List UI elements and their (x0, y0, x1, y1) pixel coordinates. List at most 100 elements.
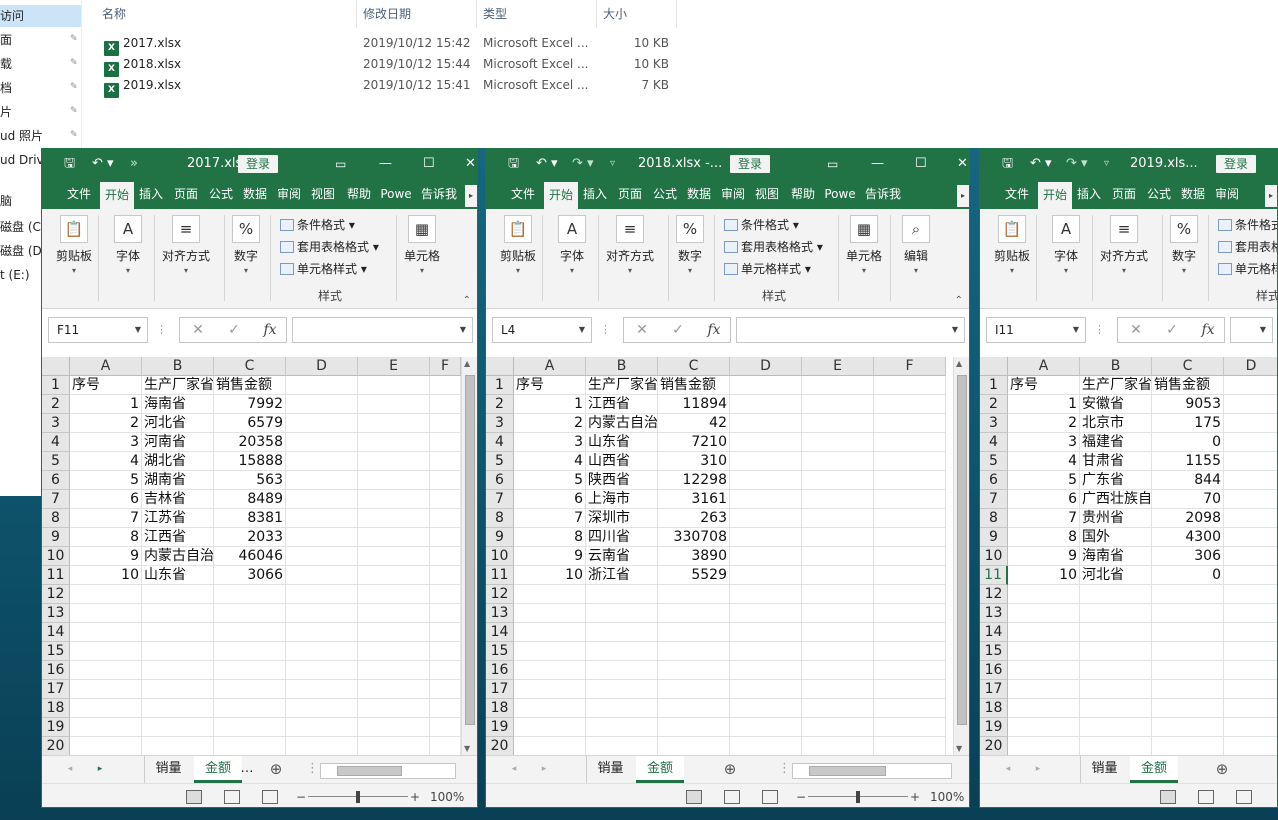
cell[interactable] (802, 433, 874, 452)
conditional-format-button[interactable]: 条件格式 ▾ (280, 215, 355, 235)
cell[interactable] (802, 566, 874, 585)
amount-cell[interactable]: 306 (1152, 547, 1224, 566)
province-cell[interactable]: 云南省 (586, 547, 658, 566)
font-button[interactable]: A 字体 ▾ (1042, 215, 1090, 275)
column-header[interactable]: B (586, 357, 658, 376)
cell[interactable] (1224, 509, 1277, 528)
row-header[interactable]: 11 (980, 566, 1008, 585)
vertical-scrollbar[interactable]: ▲ ▼ (953, 357, 969, 755)
row-header[interactable]: 10 (980, 547, 1008, 566)
province-cell[interactable]: 江西省 (142, 528, 214, 547)
row-header[interactable]: 20 (980, 737, 1008, 755)
amount-cell[interactable]: 1155 (1152, 452, 1224, 471)
row-header[interactable]: 18 (486, 699, 514, 718)
cell[interactable] (358, 509, 430, 528)
amount-cell[interactable]: 2033 (214, 528, 286, 547)
excel-window[interactable]: 🖫 ↶ ▾» 2017.xlsx... 登录 ▭ — ☐ ✕ 文件 开始 插入 页面 公式 数据 审阅 视图帮… (41, 148, 478, 808)
add-sheet-icon[interactable]: ⊕ (720, 756, 740, 783)
amount-cell[interactable]: 15888 (214, 452, 286, 471)
minimize-icon[interactable]: — (871, 149, 884, 179)
cell[interactable] (70, 585, 142, 604)
row-header[interactable]: 12 (486, 585, 514, 604)
row-header[interactable]: 7 (486, 490, 514, 509)
header-cell[interactable]: 销售金额 (1152, 376, 1224, 395)
row-header[interactable]: 20 (486, 737, 514, 755)
cell[interactable] (358, 471, 430, 490)
prev-sheet-icon[interactable]: ◂ (506, 756, 522, 783)
cell[interactable] (358, 490, 430, 509)
cell[interactable] (586, 718, 658, 737)
cells-button[interactable]: ▦ 单元格 ▾ (840, 215, 888, 275)
row-header[interactable]: 1 (42, 376, 70, 395)
cell[interactable] (286, 471, 358, 490)
splitter-icon[interactable]: ⋮ (306, 756, 319, 783)
pin-icon[interactable]: ✎ (70, 58, 78, 69)
page-break-view-icon[interactable] (762, 790, 778, 804)
cell[interactable] (874, 642, 946, 661)
align-button[interactable]: ≡ 对齐方式 ▾ (606, 215, 654, 275)
scroll-down-icon[interactable]: ▼ (956, 744, 962, 753)
customize-qat-icon[interactable]: ▿ (1104, 149, 1109, 179)
cell[interactable] (874, 414, 946, 433)
cell[interactable] (142, 718, 214, 737)
sheet-tab-sales[interactable]: 销量 (1080, 756, 1128, 783)
column-header[interactable]: E (358, 357, 430, 376)
cell[interactable] (70, 604, 142, 623)
undo-icon[interactable]: ↶ ▾ (1030, 149, 1052, 179)
cell[interactable] (286, 414, 358, 433)
province-cell[interactable]: 深圳市 (586, 509, 658, 528)
row-header[interactable]: 11 (42, 566, 70, 585)
cell[interactable] (358, 737, 430, 755)
id-cell[interactable]: 8 (514, 528, 586, 547)
cell[interactable] (730, 680, 802, 699)
font-button[interactable]: A 字体 ▾ (104, 215, 152, 275)
pin-icon[interactable]: ✎ (70, 106, 78, 117)
cell[interactable] (802, 471, 874, 490)
id-cell[interactable]: 2 (1008, 414, 1080, 433)
page-break-view-icon[interactable] (262, 790, 278, 804)
id-cell[interactable]: 1 (514, 395, 586, 414)
cell[interactable] (358, 414, 430, 433)
cell[interactable] (874, 452, 946, 471)
cell[interactable] (286, 661, 358, 680)
cell[interactable] (658, 699, 730, 718)
cell[interactable] (586, 737, 658, 755)
select-all-corner[interactable] (486, 357, 514, 376)
cell[interactable] (1080, 680, 1152, 699)
cell[interactable] (430, 547, 461, 566)
cell[interactable] (286, 433, 358, 452)
cell[interactable] (70, 661, 142, 680)
cell[interactable] (730, 547, 802, 566)
ribbon-display-options-icon[interactable]: ▭ (827, 149, 838, 179)
cell[interactable] (1080, 699, 1152, 718)
tab-4[interactable]: 公式 (648, 179, 682, 209)
cell[interactable] (874, 718, 946, 737)
tab-0[interactable]: 文件 (996, 179, 1038, 209)
cells-button[interactable]: ▦ 单元格 ▾ (398, 215, 446, 275)
row-header[interactable]: 16 (980, 661, 1008, 680)
file-modified[interactable]: 2019/10/12 15:44 (363, 54, 471, 75)
row-header[interactable]: 17 (486, 680, 514, 699)
tab-1[interactable]: 开始 (100, 182, 134, 209)
cancel-icon[interactable]: ✕ (1118, 318, 1154, 342)
header-cell[interactable]: 生产厂家省 (1080, 376, 1152, 395)
file-type[interactable]: Microsoft Excel ... (483, 54, 588, 75)
id-cell[interactable]: 5 (70, 471, 142, 490)
id-cell[interactable]: 10 (514, 566, 586, 585)
login-button[interactable]: 登录 (1216, 155, 1257, 173)
cell[interactable] (658, 642, 730, 661)
cell[interactable] (286, 547, 358, 566)
cell[interactable] (214, 680, 286, 699)
row-header[interactable]: 11 (486, 566, 514, 585)
tab-7[interactable]: 视图 (306, 179, 340, 209)
cell[interactable] (286, 680, 358, 699)
id-cell[interactable]: 4 (70, 452, 142, 471)
scroll-thumb[interactable] (465, 375, 475, 725)
cell[interactable] (1008, 604, 1080, 623)
cell[interactable] (730, 737, 802, 755)
pin-icon[interactable]: ✎ (70, 130, 78, 141)
row-header[interactable]: 18 (42, 699, 70, 718)
cell[interactable] (214, 699, 286, 718)
conditional-format-button[interactable]: 条件格式 ▾ (1218, 215, 1277, 235)
cell[interactable] (514, 585, 586, 604)
